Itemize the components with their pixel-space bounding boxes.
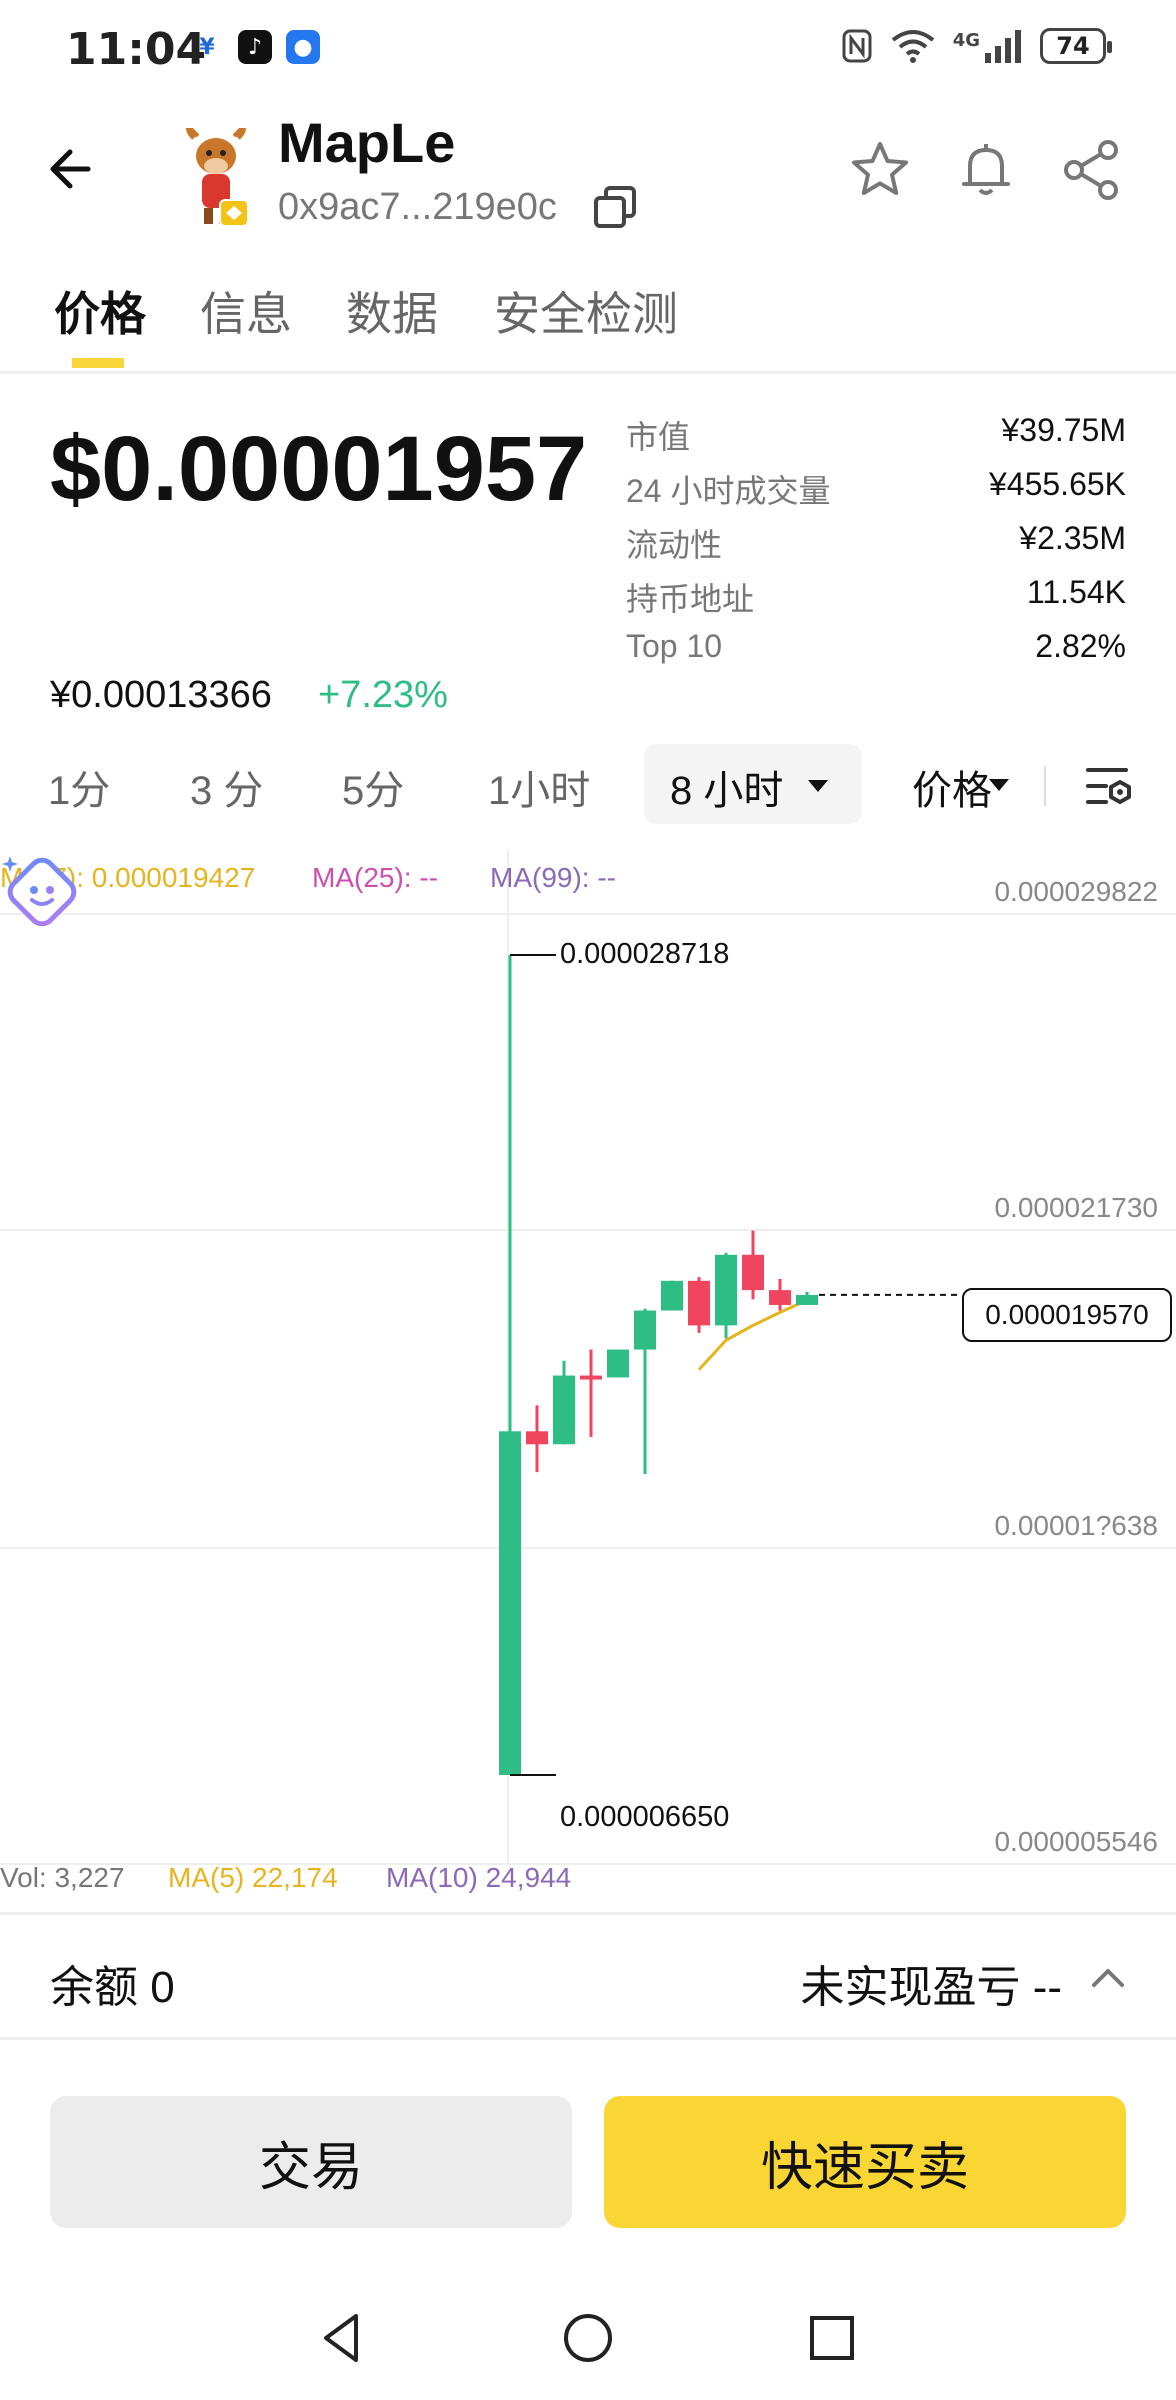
interval-3m[interactable]: 3 分	[190, 758, 263, 816]
candle-body	[553, 1375, 575, 1445]
nav-back-icon[interactable]	[310, 2306, 374, 2370]
copy-icon[interactable]	[592, 184, 640, 232]
ma25-indicator: MA(25): --	[312, 862, 438, 893]
stat-liquidity: 流动性 ¥2.35M	[626, 520, 1126, 574]
stat-value: 11.54K	[1026, 574, 1126, 610]
y-axis-label: 0.000005546	[994, 1826, 1158, 1857]
yen-app-icon: ¥	[199, 34, 215, 60]
detail-tabs: 价格 信息 数据 安全检测	[0, 270, 1176, 374]
stat-market-cap: 市值 ¥39.75M	[626, 412, 1126, 466]
star-favorite-icon[interactable]	[848, 138, 912, 202]
share-icon[interactable]	[1060, 138, 1124, 202]
divider	[1044, 766, 1046, 806]
interval-1h[interactable]: 1小时	[488, 758, 590, 816]
stat-top10: Top 10 2.82%	[626, 628, 1126, 682]
status-system-icons: 4G 74	[841, 28, 1112, 64]
bulb-app-icon: ●	[286, 30, 320, 64]
stat-label: 流动性	[626, 527, 723, 563]
nfc-icon	[842, 29, 872, 63]
candle-body	[499, 1431, 521, 1775]
token-name: MapLe	[278, 111, 456, 174]
nav-home-icon[interactable]	[556, 2306, 620, 2370]
stat-value: 2.82%	[1035, 628, 1126, 664]
back-arrow-icon[interactable]	[40, 136, 106, 202]
chevron-down-icon	[989, 779, 1009, 791]
status-app-icons: ¥ ♪ ●	[190, 30, 320, 64]
ai-assistant-icon[interactable]	[0, 850, 84, 934]
tab-info[interactable]: 信息	[200, 278, 292, 344]
candle-body	[688, 1280, 710, 1326]
price-cny: ¥0.00013366	[50, 674, 272, 716]
volume-ma10-indicator: MA(10) 24,944	[386, 1862, 572, 1893]
wifi-icon	[891, 30, 934, 63]
volume-ma5-indicator: MA(5) 22,174	[168, 1862, 338, 1893]
stat-label: 持币地址	[626, 581, 755, 617]
bell-alert-icon[interactable]	[954, 138, 1018, 202]
active-tab-indicator	[72, 358, 124, 368]
ma99-indicator: MA(99): --	[490, 862, 616, 893]
quick-trade-button[interactable]: 快速买卖	[604, 2096, 1126, 2228]
stat-holders: 持币地址 11.54K	[626, 574, 1126, 628]
y-axis-label: 0.00001?638	[994, 1510, 1158, 1541]
low-price-marker: 0.000006650	[560, 1801, 730, 1833]
token-header: MapLe 0x9ac7...219e0c	[0, 110, 1176, 240]
interval-8h-dropdown[interactable]: 8 小时	[670, 758, 783, 816]
system-nav-bar	[0, 2290, 1176, 2400]
balance-row[interactable]: 余额 0 未实现盈亏 --	[0, 1912, 1176, 2040]
battery-indicator: 74	[1040, 28, 1112, 64]
stat-label: 市值	[626, 419, 691, 455]
high-price-marker: 0.000028718	[560, 938, 730, 970]
nav-recents-icon[interactable]	[800, 2306, 864, 2370]
trade-button[interactable]: 交易	[50, 2096, 572, 2228]
token-avatar	[186, 128, 249, 227]
volume-indicator: Vol: 3,227	[0, 1862, 125, 1893]
tab-security-check[interactable]: 安全检测	[494, 278, 678, 344]
candle-body	[715, 1254, 737, 1326]
status-bar: 11:04 ¥ ♪ ● 4G 74	[0, 0, 1176, 100]
price-chart[interactable]: MA(7): 0.000019427 MA(25): -- MA(99): --…	[0, 850, 1176, 1910]
interval-bar: 1分 3 分 5分 1小时 8 小时 价格	[0, 744, 1176, 826]
tab-price[interactable]: 价格	[54, 278, 146, 344]
candle-body	[742, 1254, 764, 1291]
interval-5m[interactable]: 5分	[342, 758, 404, 816]
price-change: +7.23%	[318, 674, 448, 716]
stat-label: Top 10	[626, 628, 723, 664]
candle-body	[796, 1294, 818, 1305]
signal-icon	[985, 30, 1021, 63]
chevron-down-icon	[808, 780, 828, 792]
balance-label: 余额 0	[50, 1963, 175, 2012]
tiktok-icon: ♪	[238, 30, 272, 64]
interval-1m[interactable]: 1分	[48, 758, 110, 816]
stat-label: 24 小时成交量	[626, 473, 831, 509]
chevron-up-icon[interactable]	[1088, 1961, 1128, 1991]
y-axis-label: 0.000021730	[994, 1192, 1158, 1223]
chart-mode-dropdown[interactable]: 价格	[912, 758, 992, 816]
status-time: 11:04	[66, 24, 207, 75]
candle-body	[580, 1375, 602, 1380]
unrealized-pnl: 未实现盈亏 --	[800, 1963, 1062, 2012]
candle-body	[769, 1290, 791, 1305]
candle-body	[634, 1310, 656, 1350]
current-price-tag: 0.000019570	[962, 1288, 1172, 1342]
stat-value: ¥455.65K	[988, 466, 1126, 502]
candle-body	[661, 1280, 683, 1311]
market-stats: 市值 ¥39.75M 24 小时成交量 ¥455.65K 流动性 ¥2.35M 持币地…	[626, 412, 1126, 682]
network-type: 4G	[952, 29, 980, 51]
candlestick-chart[interactable]	[0, 850, 1176, 1910]
chart-settings-icon[interactable]	[1084, 760, 1136, 812]
price-usd: $0.00001957	[50, 418, 588, 520]
y-axis-label: 0.000029822	[994, 876, 1158, 907]
token-address: 0x9ac7...219e0c	[278, 186, 557, 228]
candle-body	[526, 1431, 548, 1445]
stat-value: ¥2.35M	[1019, 520, 1126, 556]
stat-24h-volume: 24 小时成交量 ¥455.65K	[626, 466, 1126, 520]
tab-data[interactable]: 数据	[346, 278, 438, 344]
candle-body	[607, 1349, 629, 1378]
stat-value: ¥39.75M	[1001, 412, 1126, 448]
